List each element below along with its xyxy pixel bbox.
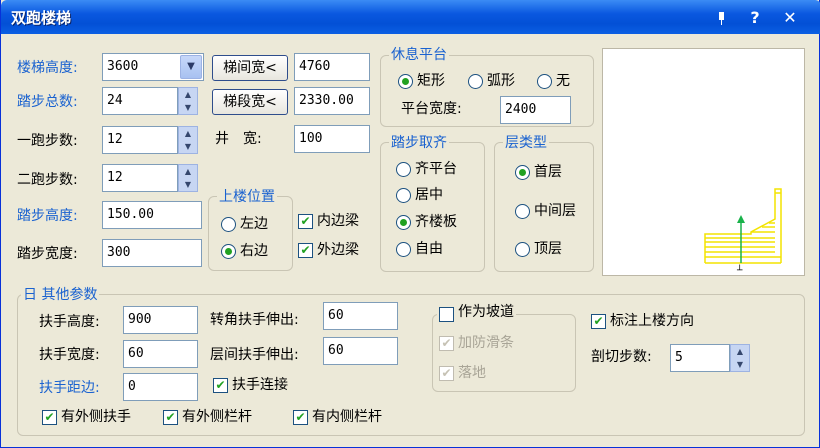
cut-steps-label: 剖切步数:	[591, 349, 652, 365]
stair-preview-drawing: ┴	[704, 188, 782, 276]
upstairs-left-label[interactable]: 左边	[240, 214, 268, 234]
handrail-width-label: 扶手宽度:	[39, 347, 100, 363]
flight2-steps-spinner[interactable]: ▲ ▼	[178, 164, 198, 192]
radio-none[interactable]	[537, 74, 552, 89]
upstairs-right-label[interactable]: 右边	[240, 241, 268, 261]
radio-first-floor[interactable]	[515, 165, 530, 180]
landing-width-input[interactable]: 2400	[500, 96, 571, 124]
outer-beam-label[interactable]: 外边梁	[317, 240, 359, 260]
step-align-title: 踏步取齐	[389, 134, 449, 152]
help-button[interactable]: ?	[745, 8, 765, 28]
radio-left[interactable]	[221, 217, 236, 232]
handrail-width-input[interactable]: 60	[123, 340, 198, 368]
well-width-label: 井 宽:	[215, 131, 262, 147]
landing-ground-label: 落地	[458, 365, 486, 381]
align-center-label[interactable]: 居中	[415, 185, 443, 205]
landing-arc-label[interactable]: 弧形	[487, 71, 515, 91]
chevron-down-icon[interactable]: ▼	[180, 55, 202, 79]
align-free-label[interactable]: 自由	[415, 239, 443, 259]
well-width-input[interactable]: 100	[294, 125, 370, 153]
radio-align-free[interactable]	[396, 242, 411, 257]
ramp-title[interactable]: ✔ 作为坡道	[437, 303, 516, 322]
radio-align-floor[interactable]	[396, 215, 411, 230]
radio-right[interactable]	[221, 244, 236, 259]
flight2-steps-label: 二跑步数:	[17, 172, 78, 188]
anti-slip-checkbox: ✔	[439, 336, 454, 351]
flight1-steps-label: 一跑步数:	[17, 133, 78, 149]
stairwell-width-button[interactable]: 梯间宽<	[212, 55, 288, 81]
outer-handrail-checkbox[interactable]: ✔	[42, 410, 57, 425]
anti-slip-label: 加防滑条	[458, 335, 514, 351]
ramp-label[interactable]: 作为坡道	[458, 304, 514, 320]
outer-beam-checkbox[interactable]: ✔	[298, 243, 313, 258]
outer-handrail-label[interactable]: 有外侧扶手	[61, 407, 131, 427]
floor-type-title: 层类型	[503, 134, 549, 152]
flight-width-input[interactable]: 2330.00	[294, 87, 370, 115]
pin-icon[interactable]	[711, 8, 731, 28]
step-width-input[interactable]: 300	[102, 239, 202, 267]
title-bar[interactable]: 双跑楼梯 ? ✕	[1, 0, 820, 34]
inner-beam-label[interactable]: 内边梁	[317, 211, 359, 231]
dialog-window: 双跑楼梯 ? ✕ 楼梯高度: 3600 ▼ 踏步总数: 24 ▲ ▼ 一跑步数: …	[0, 0, 820, 448]
handrail-height-label: 扶手高度:	[39, 314, 100, 330]
handrail-offset-label: 扶手距边:	[39, 380, 100, 396]
first-floor-label[interactable]: 首层	[534, 162, 562, 182]
landing-none-label[interactable]: 无	[556, 71, 570, 91]
svg-text:┴: ┴	[736, 264, 743, 276]
step-width-label: 踏步宽度:	[17, 246, 78, 262]
flight1-steps-input[interactable]: 12	[102, 126, 178, 154]
radio-top-floor[interactable]	[515, 242, 530, 257]
outer-railing-checkbox[interactable]: ✔	[163, 410, 178, 425]
cut-steps-input[interactable]: 5	[670, 344, 730, 372]
step-height-input[interactable]: 150.00	[102, 201, 202, 229]
cut-steps-spinner[interactable]: ▲ ▼	[730, 344, 750, 372]
radio-rect[interactable]	[398, 74, 413, 89]
flight2-steps-input[interactable]: 12	[102, 164, 178, 192]
floor-extension-label: 层间扶手伸出:	[210, 347, 299, 363]
step-total-label: 踏步总数:	[17, 94, 78, 110]
stair-preview: ┴	[602, 48, 805, 276]
mark-up-direction-label[interactable]: 标注上楼方向	[610, 311, 694, 331]
mark-up-direction-checkbox[interactable]: ✔	[591, 314, 606, 329]
landing-width-label: 平台宽度:	[401, 101, 462, 117]
radio-middle-floor[interactable]	[515, 204, 530, 219]
corner-extension-label: 转角扶手伸出:	[210, 312, 299, 328]
step-height-label: 踏步高度:	[17, 208, 78, 224]
ramp-checkbox[interactable]: ✔	[439, 307, 454, 322]
handrail-offset-input[interactable]: 0	[123, 373, 198, 401]
landing-rect-label[interactable]: 矩形	[417, 71, 445, 91]
upstairs-position-title: 上楼位置	[217, 188, 277, 206]
step-total-input[interactable]: 24	[102, 87, 178, 115]
radio-arc[interactable]	[468, 74, 483, 89]
close-button[interactable]: ✕	[780, 8, 800, 28]
top-floor-label[interactable]: 顶层	[534, 239, 562, 259]
outer-railing-label[interactable]: 有外侧栏杆	[182, 407, 252, 427]
floor-extension-input[interactable]: 60	[323, 337, 398, 365]
handrail-connect-checkbox[interactable]: ✔	[213, 378, 228, 393]
handrail-height-input[interactable]: 900	[123, 306, 198, 334]
step-total-spinner[interactable]: ▲ ▼	[178, 87, 198, 115]
corner-extension-input[interactable]: 60	[323, 302, 398, 330]
inner-beam-checkbox[interactable]: ✔	[298, 214, 313, 229]
landing-ground-checkbox: ✔	[439, 366, 454, 381]
align-floor-label[interactable]: 齐楼板	[415, 212, 457, 232]
inner-railing-checkbox[interactable]: ✔	[293, 410, 308, 425]
stair-height-label: 楼梯高度:	[17, 60, 78, 76]
align-landing-label[interactable]: 齐平台	[415, 159, 457, 179]
handrail-connect-label[interactable]: 扶手连接	[232, 375, 288, 395]
landing-title: 休息平台	[389, 46, 449, 64]
window-title: 双跑楼梯	[11, 9, 72, 27]
inner-railing-label[interactable]: 有内侧栏杆	[312, 407, 382, 427]
stairwell-width-input[interactable]: 4760	[294, 53, 370, 81]
flight1-steps-spinner[interactable]: ▲ ▼	[178, 126, 198, 154]
middle-floor-label[interactable]: 中间层	[534, 201, 576, 221]
radio-align-center[interactable]	[396, 188, 411, 203]
flight-width-button[interactable]: 梯段宽<	[212, 89, 288, 115]
radio-align-landing[interactable]	[396, 162, 411, 177]
other-params-title[interactable]: 日 其他参数	[21, 286, 100, 304]
